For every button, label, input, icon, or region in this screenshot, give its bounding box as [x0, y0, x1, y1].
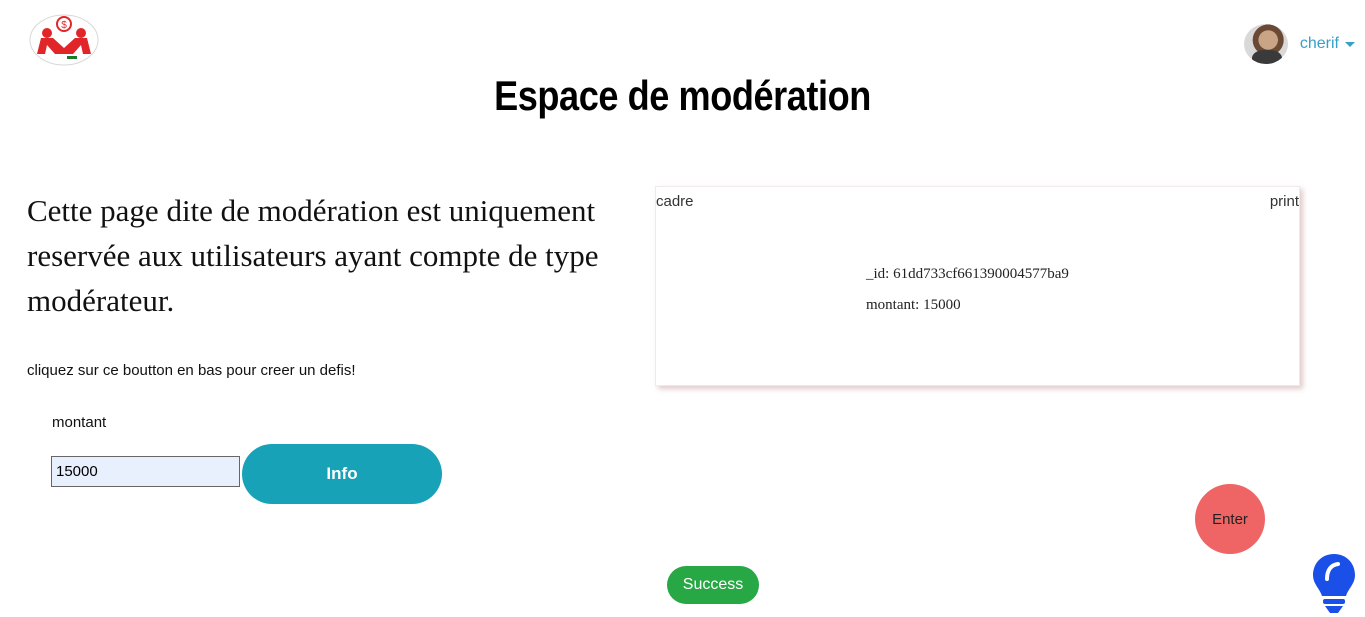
card-body: _id: 61dd733cf661390004577ba9 montant: 1… — [866, 259, 1069, 321]
user-name[interactable]: cherif — [1300, 35, 1339, 53]
lightbulb-icon[interactable] — [1311, 552, 1357, 614]
print-link[interactable]: print — [1270, 193, 1299, 210]
amount-input[interactable] — [51, 456, 240, 487]
info-button[interactable]: Info — [242, 444, 442, 504]
hint-text: cliquez sur ce boutton en bas pour creer… — [27, 362, 356, 379]
amount-label: montant — [52, 414, 107, 431]
intro-text: Cette page dite de modération est unique… — [27, 193, 599, 318]
card-amount: montant: 15000 — [866, 297, 961, 313]
svg-text:$: $ — [61, 20, 67, 31]
chevron-down-icon[interactable] — [1345, 41, 1355, 47]
brand-logo-icon[interactable]: $ — [29, 14, 99, 66]
success-button[interactable]: Success — [667, 566, 759, 604]
card-left-label: cadre — [656, 193, 694, 210]
card-id: _id: 61dd733cf661390004577ba9 — [866, 266, 1069, 282]
enter-button[interactable]: Enter — [1195, 484, 1265, 554]
info-card: cadre print _id: 61dd733cf661390004577ba… — [655, 186, 1300, 386]
user-menu[interactable]: cherif — [1243, 24, 1355, 64]
user-avatar — [1243, 24, 1288, 64]
page-title: Espace de modération — [494, 72, 871, 119]
